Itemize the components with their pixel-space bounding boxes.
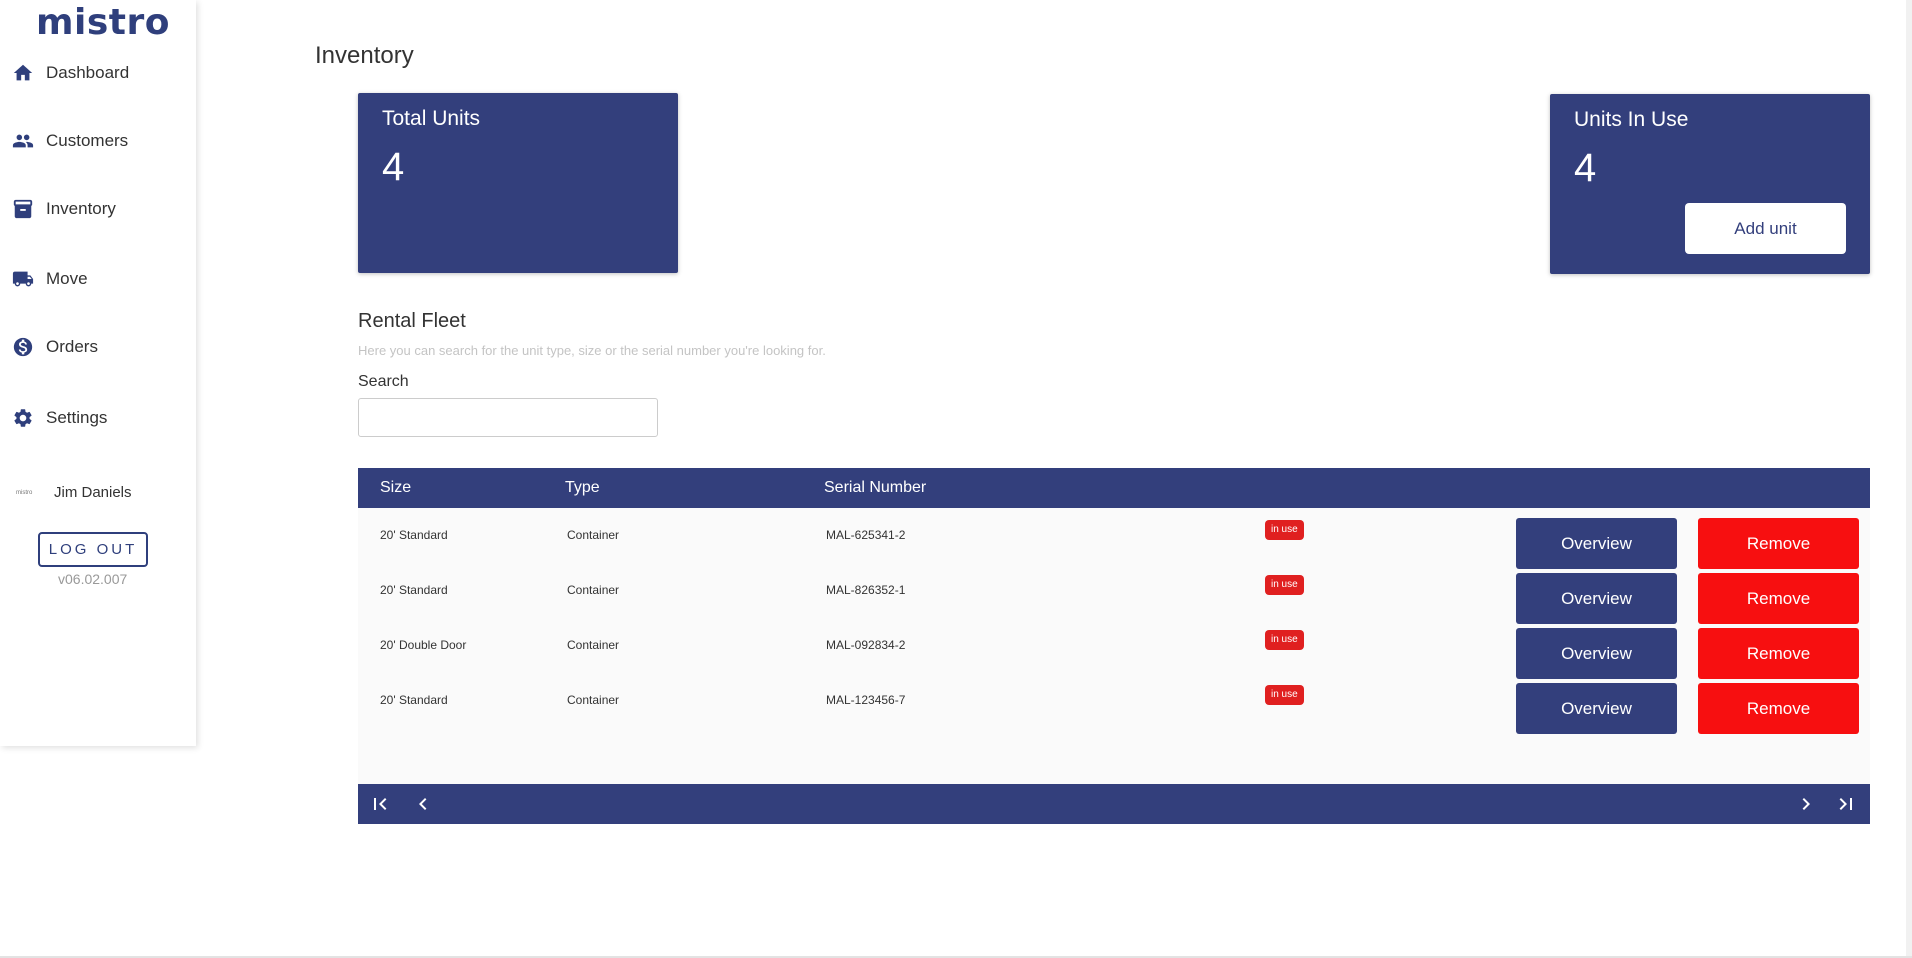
archive-icon [13, 199, 33, 219]
chevron-right-icon [1802, 798, 1810, 810]
overview-button[interactable]: Overview [1516, 518, 1677, 569]
sidebar-item-label: Inventory [46, 199, 116, 218]
cell-type: Container [567, 693, 620, 707]
column-header-serial-number[interactable]: Serial Number [824, 479, 926, 497]
logout-button[interactable]: LOG OUT [38, 532, 148, 567]
add-unit-button[interactable]: Add unit [1685, 203, 1846, 254]
units-in-use-card: Units In Use 4 Add unit [1550, 94, 1870, 274]
status-badge: in use [1265, 630, 1304, 650]
table-row[interactable]: 20' Double Door Container MAL-092834-2 i… [358, 623, 1870, 679]
search-label: Search [358, 373, 409, 390]
cell-serial: MAL-092834-2 [826, 638, 906, 652]
overview-button[interactable]: Overview [1516, 573, 1677, 624]
rental-fleet-title: Rental Fleet [358, 310, 466, 332]
table-row[interactable]: 20' Standard Container MAL-123456-7 in u… [358, 678, 1870, 734]
table-row[interactable]: 20' Standard Container MAL-625341-2 in u… [358, 513, 1870, 569]
search-input[interactable] [358, 398, 658, 437]
total-units-value: 4 [382, 145, 405, 189]
chevron-left-icon [419, 798, 427, 810]
column-header-size[interactable]: Size [380, 479, 411, 497]
cell-size: 20' Double Door [380, 638, 467, 652]
sidebar-item-label: Orders [46, 337, 98, 356]
gear-icon [14, 409, 32, 427]
previous-page-button[interactable] [411, 792, 435, 816]
status-badge: in use [1265, 685, 1304, 705]
remove-button[interactable]: Remove [1698, 573, 1859, 624]
sidebar-item-dashboard[interactable]: Dashboard [12, 58, 129, 88]
people-icon [12, 134, 34, 148]
units-in-use-title: Units In Use [1574, 108, 1689, 131]
table-row[interactable]: 20' Standard Container MAL-826352-1 in u… [358, 568, 1870, 624]
cell-serial: MAL-826352-1 [826, 583, 906, 597]
first-page-button[interactable] [368, 792, 392, 816]
user-profile[interactable]: mistro Jim Daniels [16, 484, 132, 501]
page-title: Inventory [315, 42, 414, 69]
inventory-table: Size Type Serial Number 20' Standard Con… [358, 468, 1870, 784]
rental-fleet-description: Here you can search for the unit type, s… [358, 343, 826, 358]
home-icon [13, 64, 33, 81]
sidebar-item-label: Settings [46, 408, 108, 427]
status-badge: in use [1265, 520, 1304, 540]
table-header: Size Type Serial Number [358, 468, 1870, 508]
sidebar-item-settings[interactable]: Settings [12, 403, 107, 433]
column-header-type[interactable]: Type [565, 479, 600, 497]
remove-button[interactable]: Remove [1698, 683, 1859, 734]
last-page-button[interactable] [1834, 792, 1858, 816]
sidebar-item-orders[interactable]: Orders [12, 332, 98, 362]
cell-size: 20' Standard [380, 693, 448, 707]
overview-button[interactable]: Overview [1516, 628, 1677, 679]
cell-serial: MAL-123456-7 [826, 693, 906, 707]
remove-button[interactable]: Remove [1698, 628, 1859, 679]
brand-logo[interactable]: mistro [36, 2, 170, 43]
cell-type: Container [567, 583, 620, 597]
sidebar-item-customers[interactable]: Customers [12, 126, 128, 156]
total-units-title: Total Units [382, 107, 481, 130]
next-page-button[interactable] [1794, 792, 1818, 816]
total-units-card: Total Units 4 [358, 93, 678, 273]
user-avatar: mistro [16, 489, 33, 496]
cell-size: 20' Standard [380, 528, 448, 542]
units-in-use-value: 4 [1574, 146, 1597, 190]
page-scrollbar[interactable] [1906, 0, 1912, 958]
cell-type: Container [567, 528, 620, 542]
cell-size: 20' Standard [380, 583, 448, 597]
dollar-icon [13, 337, 33, 357]
truck-icon [12, 271, 34, 287]
cell-serial: MAL-625341-2 [826, 528, 906, 542]
first-page-icon [374, 798, 387, 810]
sidebar-item-label: Move [46, 269, 88, 288]
user-name: Jim Daniels [54, 484, 132, 501]
app-version: v06.02.007 [58, 571, 128, 587]
overview-button[interactable]: Overview [1516, 683, 1677, 734]
sidebar-item-label: Customers [46, 131, 129, 150]
status-badge: in use [1265, 575, 1304, 595]
remove-button[interactable]: Remove [1698, 518, 1859, 569]
cell-type: Container [567, 638, 620, 652]
sidebar-item-label: Dashboard [46, 63, 130, 82]
last-page-icon [1839, 798, 1852, 810]
sidebar-item-move[interactable]: Move [12, 264, 88, 294]
sidebar-item-inventory[interactable]: Inventory [12, 194, 116, 224]
sidebar: mistro Dashboard Customers Inventory Mov… [0, 0, 196, 746]
pagination-bar [358, 784, 1870, 824]
